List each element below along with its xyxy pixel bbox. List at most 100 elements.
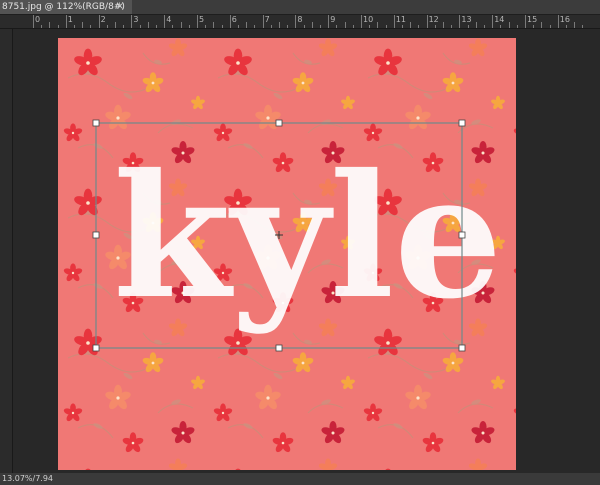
ruler-minor-tick	[484, 25, 485, 28]
ruler-minor-tick	[115, 22, 116, 28]
ruler-label: 14	[494, 15, 505, 24]
ruler-minor-tick	[287, 25, 289, 28]
ruler-minor-tick	[82, 22, 84, 28]
ruler-minor-tick	[402, 25, 403, 28]
status-bar: 13.07%/7.94	[0, 473, 600, 485]
ruler-label: 11	[395, 15, 406, 24]
horizontal-ruler[interactable]: 0 1 2 3 4 5 6 7 8 9 10 11 12 13 14 15 16	[0, 15, 600, 29]
ruler-label: 16	[559, 15, 570, 24]
ruler-minor-tick	[74, 25, 75, 28]
ruler-major-tick	[33, 15, 34, 28]
ruler-major-tick	[492, 15, 494, 28]
ruler-major-tick	[65, 15, 67, 28]
transform-handle[interactable]	[92, 119, 100, 127]
ruler-minor-tick	[377, 22, 379, 28]
transform-handle[interactable]	[92, 344, 100, 352]
ruler-label: 0	[35, 15, 41, 24]
ruler-minor-tick	[500, 25, 502, 28]
transform-handle[interactable]	[92, 231, 100, 239]
ruler-major-tick	[197, 15, 198, 28]
ruler-minor-tick	[516, 25, 518, 28]
ruler-minor-tick	[443, 22, 444, 28]
transform-bounding-box[interactable]	[58, 38, 516, 470]
ruler-major-tick	[164, 15, 166, 28]
ruler-label: 7	[264, 15, 270, 24]
transform-handle[interactable]	[458, 119, 466, 127]
ruler-minor-tick	[508, 22, 510, 28]
ruler-label: 2	[100, 15, 106, 24]
ruler-minor-tick	[106, 25, 108, 28]
ruler-label: 5	[199, 15, 205, 24]
close-icon[interactable]: ×	[112, 0, 128, 14]
ruler-minor-tick	[385, 25, 387, 28]
ruler-major-tick	[295, 15, 297, 28]
transform-handle[interactable]	[458, 231, 466, 239]
ruler-minor-tick	[467, 25, 469, 28]
ruler-major-tick	[262, 15, 264, 28]
ruler-label: 6	[231, 15, 237, 24]
ruler-minor-tick	[180, 22, 182, 28]
ruler-label: 15	[527, 15, 538, 24]
ruler-minor-tick	[205, 25, 207, 28]
ruler-major-tick	[557, 15, 559, 28]
transform-center-icon	[275, 231, 283, 239]
ruler-label: 9	[330, 15, 336, 24]
ruler-minor-tick	[279, 22, 280, 28]
ruler-label: 3	[133, 15, 139, 24]
ruler-major-tick	[229, 15, 231, 28]
ruler-minor-tick	[49, 22, 51, 28]
ruler-minor-tick	[434, 25, 436, 28]
transform-handle[interactable]	[275, 119, 283, 127]
vertical-ruler[interactable]	[0, 29, 13, 485]
ruler-minor-tick	[566, 25, 567, 28]
ruler-major-tick	[131, 15, 133, 28]
ruler-label: 4	[166, 15, 172, 24]
ruler-major-tick	[426, 15, 428, 28]
ruler-minor-tick	[246, 22, 248, 28]
ruler-minor-tick	[254, 25, 256, 28]
document-tab-title: 8751.jpg @ 112%(RGB/8#)	[2, 2, 125, 12]
ruler-minor-tick	[352, 25, 354, 28]
ruler-minor-tick	[188, 25, 190, 28]
ruler-minor-tick	[303, 25, 305, 28]
ruler-minor-tick	[541, 22, 543, 28]
ruler-major-tick	[361, 15, 362, 28]
ruler-minor-tick	[270, 25, 272, 28]
ruler-minor-tick	[344, 22, 346, 28]
ruler-major-tick	[459, 15, 461, 28]
ruler-minor-tick	[549, 25, 551, 28]
ruler-label: 1	[67, 15, 73, 24]
ruler-minor-tick	[139, 25, 141, 28]
ruler-minor-tick	[369, 25, 371, 28]
ruler-minor-tick	[533, 25, 535, 28]
ruler-major-tick	[98, 15, 100, 28]
ruler-minor-tick	[418, 25, 420, 28]
ruler-minor-tick	[320, 25, 321, 28]
transform-handle[interactable]	[275, 344, 283, 352]
transform-handle[interactable]	[458, 344, 466, 352]
ruler-minor-tick	[156, 25, 157, 28]
ruler-minor-tick	[57, 25, 59, 28]
ruler-minor-tick	[410, 22, 412, 28]
status-text: 13.07%/7.94	[2, 474, 54, 483]
document-tab-bar: 8751.jpg @ 112%(RGB/8#) ×	[0, 0, 600, 15]
ruler-minor-tick	[172, 25, 174, 28]
ruler-minor-tick	[123, 25, 125, 28]
ruler-minor-tick	[336, 25, 338, 28]
ruler-major-tick	[525, 15, 526, 28]
ruler-minor-tick	[213, 22, 215, 28]
ruler-minor-tick	[582, 25, 584, 28]
ruler-major-tick	[393, 15, 395, 28]
ruler-minor-tick	[451, 25, 453, 28]
ruler-label: 10	[363, 15, 374, 24]
ruler-minor-tick	[311, 22, 313, 28]
ruler-minor-tick	[147, 22, 149, 28]
ruler-minor-tick	[475, 22, 477, 28]
ruler-minor-tick	[238, 25, 239, 28]
ruler-minor-tick	[574, 22, 576, 28]
ruler-label: 13	[461, 15, 472, 24]
ruler-minor-tick	[41, 25, 43, 28]
ruler-minor-tick	[221, 25, 223, 28]
document-canvas[interactable]: kyle	[58, 38, 516, 470]
ruler-label: 8	[297, 15, 303, 24]
